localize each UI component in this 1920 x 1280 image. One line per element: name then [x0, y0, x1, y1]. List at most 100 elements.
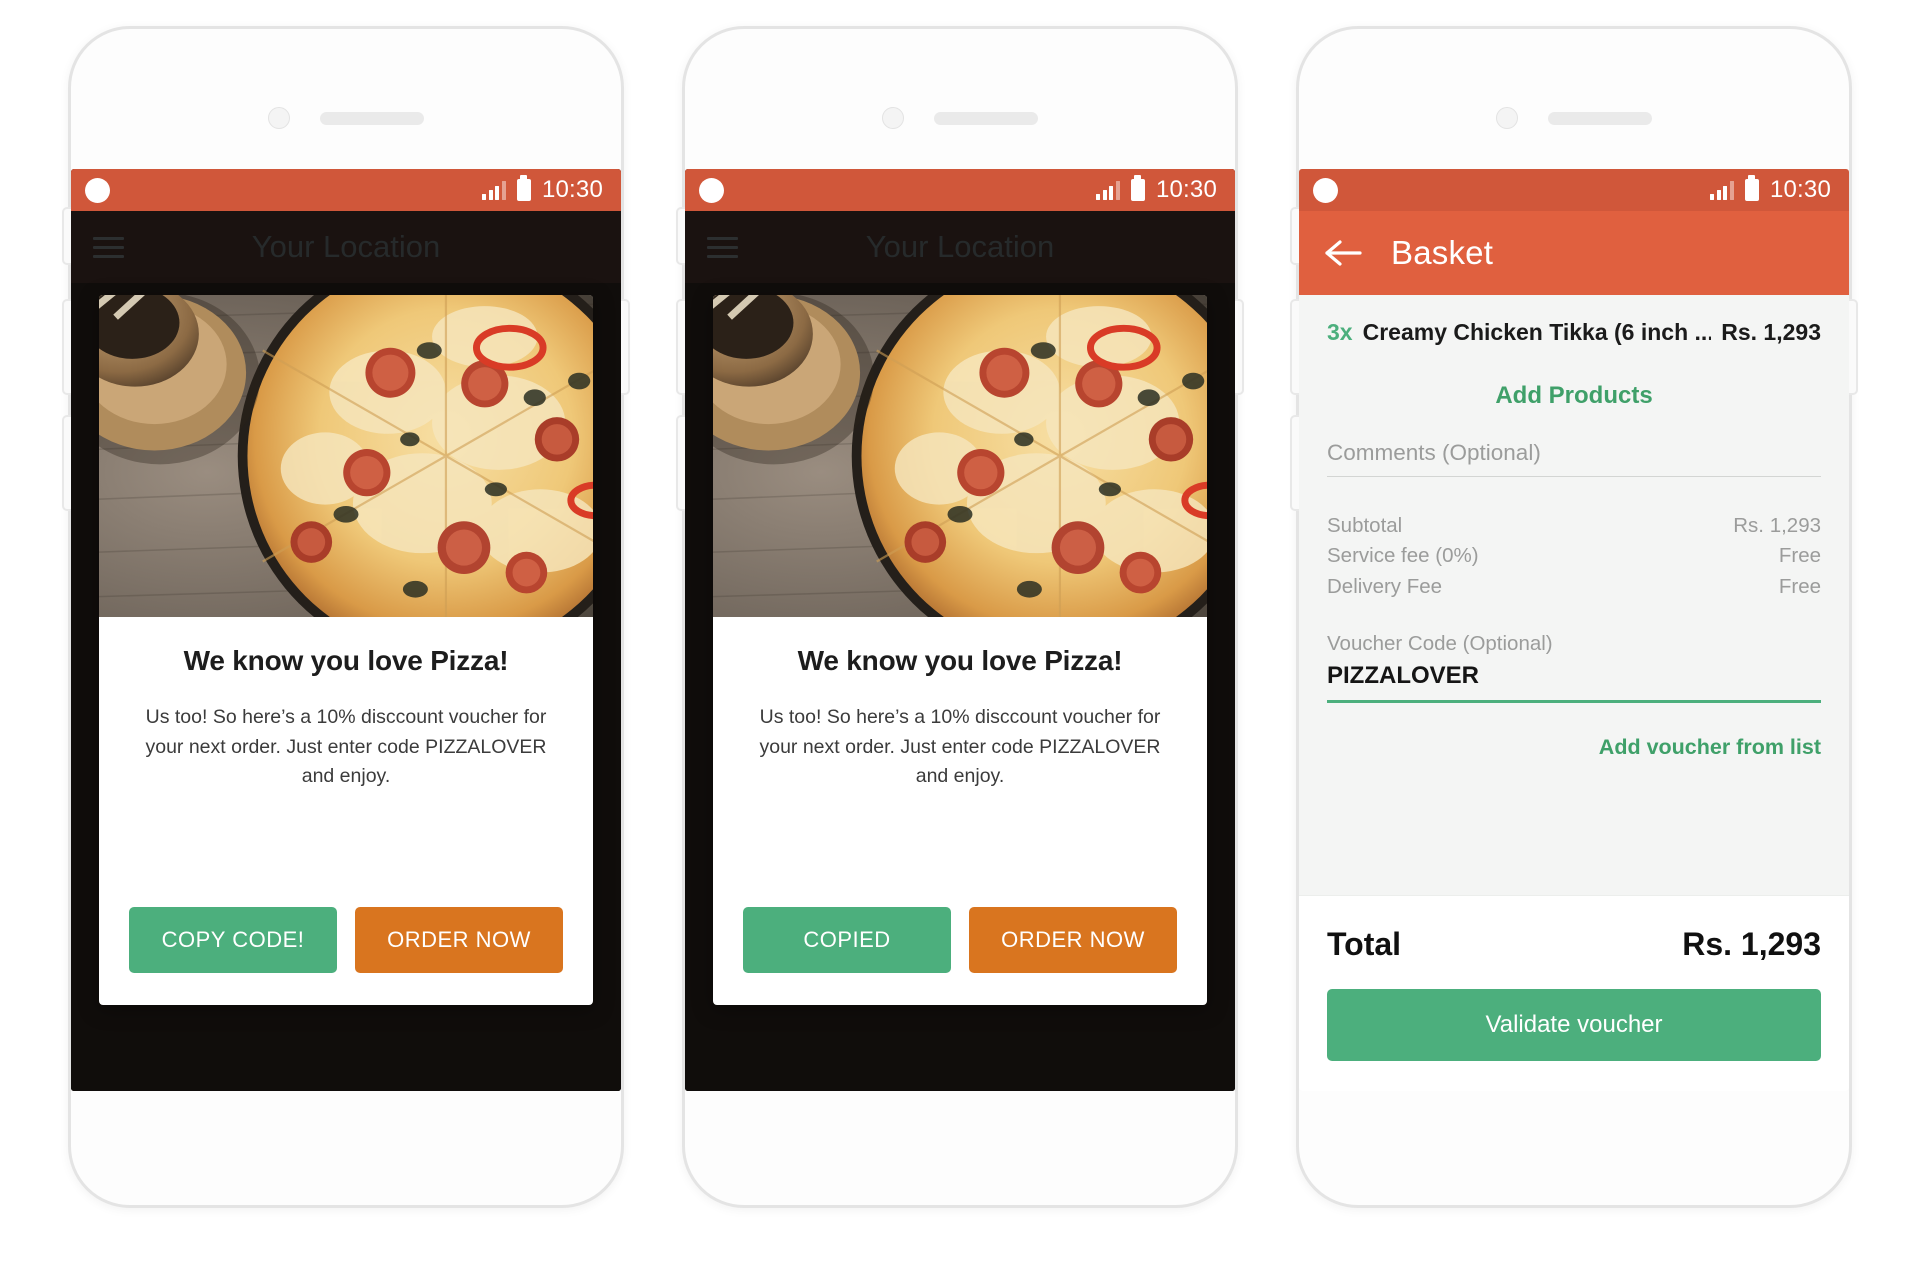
hamburger-menu-icon[interactable] [707, 236, 738, 258]
phone-side-button-power[interactable] [1849, 299, 1858, 395]
app-header-title: Your Location [865, 229, 1055, 264]
status-bar-right: 10:30 [1710, 175, 1831, 204]
pizza-hero-image [99, 295, 593, 617]
basket-item-price: Rs. 1,293 [1721, 319, 1821, 345]
status-bar-clock: 10:30 [1769, 176, 1831, 203]
basket-page-title: Basket [1391, 234, 1494, 271]
pizza-hero-image [713, 295, 1207, 617]
fee-row-service: Service fee (0%) Free [1327, 541, 1821, 571]
phone-mockup-voucher-copied: 10:30 Your Location We know you love Piz… [676, 26, 1244, 1208]
mockup-stage: 10:30 Your Location We know you love Piz… [0, 0, 1920, 1280]
status-bar-right: 10:30 [1096, 175, 1217, 204]
earpiece-speaker-icon [1548, 111, 1652, 125]
copy-code-button[interactable]: COPIED [743, 907, 951, 973]
dialog-content: We know you love Pizza! Us too! So here’… [99, 617, 593, 907]
phone-side-button-volume-down[interactable] [62, 415, 71, 511]
voucher-dialog: We know you love Pizza! Us too! So here’… [99, 295, 593, 1005]
dialog-body-text: Us too! So here’s a 10% disccount vouche… [145, 706, 547, 788]
dialog-action-row: COPY CODE! ORDER NOW [99, 907, 593, 1005]
dialog-body-text: Us too! So here’s a 10% disccount vouche… [759, 706, 1161, 788]
dialog-title: We know you love Pizza! [797, 645, 1123, 676]
phone-side-button-volume-up[interactable] [676, 299, 685, 395]
phone-side-button-volume-up[interactable] [62, 299, 71, 395]
phone-mockup-voucher-initial: 10:30 Your Location We know you love Piz… [62, 26, 630, 1208]
voucher-code-field[interactable]: Voucher Code (Optional) PIZZALOVER [1327, 632, 1821, 703]
add-products-link[interactable]: Add Products [1299, 364, 1849, 440]
voucher-code-value: PIZZALOVER [1327, 661, 1480, 689]
phone1-screen: 10:30 Your Location We know you love Piz… [71, 169, 621, 1091]
phone-side-button-power[interactable] [621, 299, 630, 395]
signal-bars-icon [1096, 180, 1120, 200]
battery-icon [1744, 175, 1759, 201]
fee-row-subtotal: Subtotal Rs. 1,293 [1327, 511, 1821, 541]
signal-bars-icon [482, 180, 506, 200]
app-header: Your Location [71, 211, 621, 283]
app-body-dimmed: We know you love Pizza! Us too! So here’… [685, 283, 1235, 1091]
total-row: Total Rs. 1,293 [1327, 920, 1821, 989]
back-arrow-icon[interactable] [1323, 238, 1363, 268]
dialog-content: We know you love Pizza! Us too! So here’… [713, 617, 1207, 907]
basket-app-bar: Basket [1299, 211, 1849, 295]
app-header: Your Location [685, 211, 1235, 283]
hamburger-menu-icon[interactable] [93, 236, 124, 258]
add-voucher-from-list-link[interactable]: Add voucher from list [1599, 735, 1821, 759]
order-now-button[interactable]: ORDER NOW [355, 907, 563, 973]
total-value: Rs. 1,293 [1682, 926, 1821, 962]
fee-row-delivery: Delivery Fee Free [1327, 572, 1821, 602]
basket-footer: Total Rs. 1,293 Validate voucher [1299, 895, 1849, 1091]
status-bar-clock: 10:30 [541, 176, 603, 203]
phone-side-button-volume-down[interactable] [676, 415, 685, 511]
status-bar: 10:30 [71, 169, 621, 211]
battery-icon [516, 175, 531, 201]
order-now-button[interactable]: ORDER NOW [969, 907, 1177, 973]
front-camera-icon [882, 107, 904, 129]
status-dot-icon [85, 177, 110, 203]
comments-placeholder: Comments (Optional) [1327, 440, 1541, 465]
total-label: Total [1327, 926, 1402, 962]
phone-earpiece-area [71, 105, 621, 131]
app-header-title: Your Location [251, 229, 441, 264]
status-dot-icon [1313, 177, 1338, 203]
dialog-title: We know you love Pizza! [183, 645, 509, 676]
basket-line-item[interactable]: 3x Creamy Chicken Tikka (6 inch ... Rs. … [1299, 295, 1849, 364]
phone-mockup-basket: 10:30 Basket 3x Creamy Chicken Tikka (6 … [1290, 26, 1858, 1208]
fee-breakdown: Subtotal Rs. 1,293 Service fee (0%) Free… [1299, 483, 1849, 602]
phone2-screen: 10:30 Your Location We know you love Piz… [685, 169, 1235, 1091]
phone-side-button-mute[interactable] [676, 207, 685, 265]
phone-side-button-volume-down[interactable] [1290, 415, 1299, 511]
copy-code-button[interactable]: COPY CODE! [129, 907, 337, 973]
phone-earpiece-area [685, 105, 1235, 131]
phone-side-button-volume-up[interactable] [1290, 299, 1299, 395]
voucher-dialog: We know you love Pizza! Us too! So here’… [713, 295, 1207, 1005]
basket-item-quantity: 3x [1327, 319, 1353, 345]
earpiece-speaker-icon [320, 111, 424, 125]
status-bar-clock: 10:30 [1155, 176, 1217, 203]
front-camera-icon [1496, 107, 1518, 129]
earpiece-speaker-icon [934, 111, 1038, 125]
status-bar-right: 10:30 [482, 175, 603, 204]
phone-side-button-power[interactable] [1235, 299, 1244, 395]
basket-item-name: Creamy Chicken Tikka (6 inch ... [1362, 319, 1712, 345]
phone-side-button-mute[interactable] [1290, 207, 1299, 265]
status-bar: 10:30 [685, 169, 1235, 211]
app-body-dimmed: We know you love Pizza! Us too! So here’… [71, 283, 621, 1091]
fee-label: Delivery Fee [1327, 574, 1443, 598]
phone-side-button-mute[interactable] [62, 207, 71, 265]
voucher-code-label: Voucher Code (Optional) [1327, 631, 1553, 655]
status-dot-icon [699, 177, 724, 203]
fee-value: Free [1778, 544, 1821, 568]
status-bar: 10:30 [1299, 169, 1849, 211]
fee-label: Subtotal [1327, 514, 1403, 537]
validate-voucher-button[interactable]: Validate voucher [1327, 989, 1821, 1061]
battery-icon [1130, 175, 1145, 201]
phone3-screen: 10:30 Basket 3x Creamy Chicken Tikka (6 … [1299, 169, 1849, 1091]
dialog-action-row: COPIED ORDER NOW [713, 907, 1207, 1005]
comments-field[interactable]: Comments (Optional) [1327, 440, 1821, 477]
phone-earpiece-area [1299, 105, 1849, 131]
front-camera-icon [268, 107, 290, 129]
signal-bars-icon [1710, 180, 1734, 200]
fee-value: Free [1778, 574, 1821, 598]
fee-value: Rs. 1,293 [1733, 514, 1821, 537]
fee-label: Service fee (0%) [1327, 544, 1479, 568]
add-voucher-row: Add voucher from list [1299, 709, 1849, 788]
